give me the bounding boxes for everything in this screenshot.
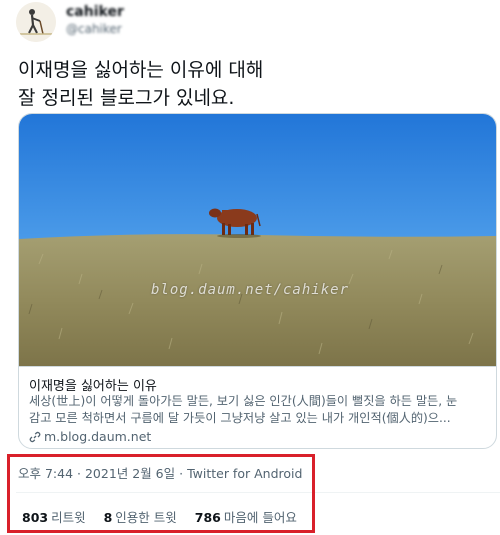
card-description-line-2: 감고 모른 척하면서 구름에 달 가듯이 그냥저냥 살고 있는 내가 개인적(個… (29, 411, 451, 425)
card-description-line-1: 세상(世上)이 어떻게 돌아가든 말든, 보기 싫은 인간(人間)들이 뻘짓을 … (29, 394, 458, 408)
card-description: 세상(世上)이 어떻게 돌아가든 말든, 보기 싫은 인간(人間)들이 뻘짓을 … (29, 393, 489, 427)
link-icon (29, 431, 41, 443)
hiker-avatar-icon (16, 2, 56, 42)
tweet-text: 이재명을 싫어하는 이유에 대해 잘 정리된 블로그가 있네요. (18, 56, 488, 112)
card-body: 이재명을 싫어하는 이유 세상(世上)이 어떻게 돌아가든 말든, 보기 싫은 … (19, 366, 496, 448)
link-preview-card[interactable]: blog.daum.net/cahiker 이재명을 싫어하는 이유 세상(世上… (18, 113, 497, 449)
card-image (19, 114, 496, 366)
author-display-name[interactable]: cahiker (66, 4, 124, 20)
card-domain: m.blog.daum.net (29, 429, 151, 444)
tweet-text-line-2: 잘 정리된 블로그가 있네요. (18, 87, 235, 109)
author-handle[interactable]: @cahiker (66, 22, 122, 36)
card-domain-text: m.blog.daum.net (44, 429, 152, 444)
image-watermark: blog.daum.net/cahiker (151, 282, 350, 298)
red-highlight-box (7, 454, 315, 533)
author-avatar[interactable] (16, 2, 56, 42)
tweet-text-line-1: 이재명을 싫어하는 이유에 대해 (18, 59, 264, 81)
card-title: 이재명을 싫어하는 이유 (29, 379, 157, 394)
